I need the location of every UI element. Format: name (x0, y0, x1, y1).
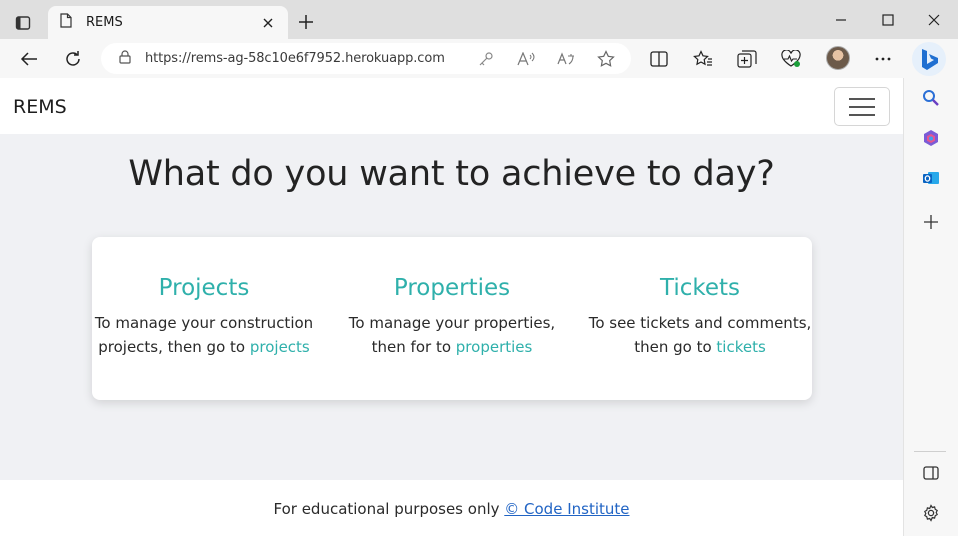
heart-pulse-icon[interactable] (778, 46, 804, 72)
browser-toolbar: https://rems-ag-58c10e6f7952.herokuapp.c… (0, 39, 958, 78)
key-icon[interactable] (475, 48, 497, 70)
refresh-icon[interactable] (60, 46, 86, 72)
maximize-icon[interactable] (876, 8, 900, 32)
address-bar[interactable]: https://rems-ag-58c10e6f7952.herokuapp.c… (101, 43, 631, 74)
properties-title: Properties (393, 275, 511, 301)
tab-actions-icon[interactable] (10, 10, 36, 36)
lock-icon[interactable] (119, 49, 131, 68)
footer-text: For educational purposes only (273, 500, 505, 518)
split-screen-icon[interactable] (646, 46, 672, 72)
projects-link[interactable]: projects (250, 338, 310, 356)
site-footer: For educational purposes only © Code Ins… (0, 480, 903, 536)
avatar[interactable] (826, 46, 850, 70)
new-tab-button[interactable] (295, 11, 317, 33)
window-close-icon[interactable] (922, 8, 946, 32)
site-brand[interactable]: REMS (13, 96, 67, 118)
page-viewport: REMS What do you want to achieve to day?… (0, 78, 903, 536)
hamburger-icon-bar (849, 113, 875, 116)
properties-description: To manage your properties, then for to p… (348, 314, 556, 356)
translate-icon[interactable] (555, 48, 577, 70)
settings-icon[interactable] (919, 501, 943, 525)
options-card: Projects To manage your construction pro… (92, 237, 812, 400)
projects-description: To manage your construction projects, th… (94, 314, 314, 356)
search-icon[interactable] (919, 86, 943, 110)
sidebar-divider (914, 451, 946, 452)
star-icon[interactable] (595, 48, 617, 70)
menu-toggle-button[interactable] (834, 87, 890, 126)
site-navbar: REMS (0, 78, 903, 134)
projects-title: Projects (158, 275, 250, 301)
add-icon[interactable] (919, 210, 943, 234)
tickets-title: Tickets (659, 275, 741, 301)
hamburger-icon-bar (849, 105, 875, 108)
browser-sidebar (903, 78, 958, 536)
close-icon[interactable] (258, 13, 278, 33)
properties-column: Properties To manage your properties, th… (342, 275, 562, 359)
collections-icon[interactable] (734, 46, 760, 72)
url-text[interactable]: https://rems-ag-58c10e6f7952.herokuapp.c… (145, 51, 445, 66)
back-arrow-icon[interactable] (16, 46, 42, 72)
minimize-icon[interactable] (829, 8, 853, 32)
page-icon (60, 13, 72, 32)
tickets-description: To see tickets and comments, then go to … (588, 314, 812, 356)
projects-column: Projects To manage your construction pro… (92, 275, 316, 359)
page-headline: What do you want to achieve to day? (128, 154, 775, 194)
browser-tab[interactable]: REMS (48, 6, 288, 39)
read-aloud-icon[interactable] (515, 48, 537, 70)
hamburger-icon-bar (849, 97, 875, 100)
tab-title: REMS (86, 15, 123, 30)
microsoft365-icon[interactable] (919, 126, 943, 150)
properties-link[interactable]: properties (456, 338, 533, 356)
tickets-column: Tickets To see tickets and comments, the… (588, 275, 812, 359)
bing-copilot-icon[interactable] (912, 42, 946, 76)
tickets-link[interactable]: tickets (716, 338, 765, 356)
more-icon[interactable] (870, 46, 896, 72)
browser-tab-strip: REMS (0, 0, 958, 39)
outlook-icon[interactable] (919, 166, 943, 190)
favorites-icon[interactable] (690, 46, 716, 72)
sidebar-panel-icon[interactable] (919, 461, 943, 485)
code-institute-link[interactable]: © Code Institute (504, 500, 629, 518)
